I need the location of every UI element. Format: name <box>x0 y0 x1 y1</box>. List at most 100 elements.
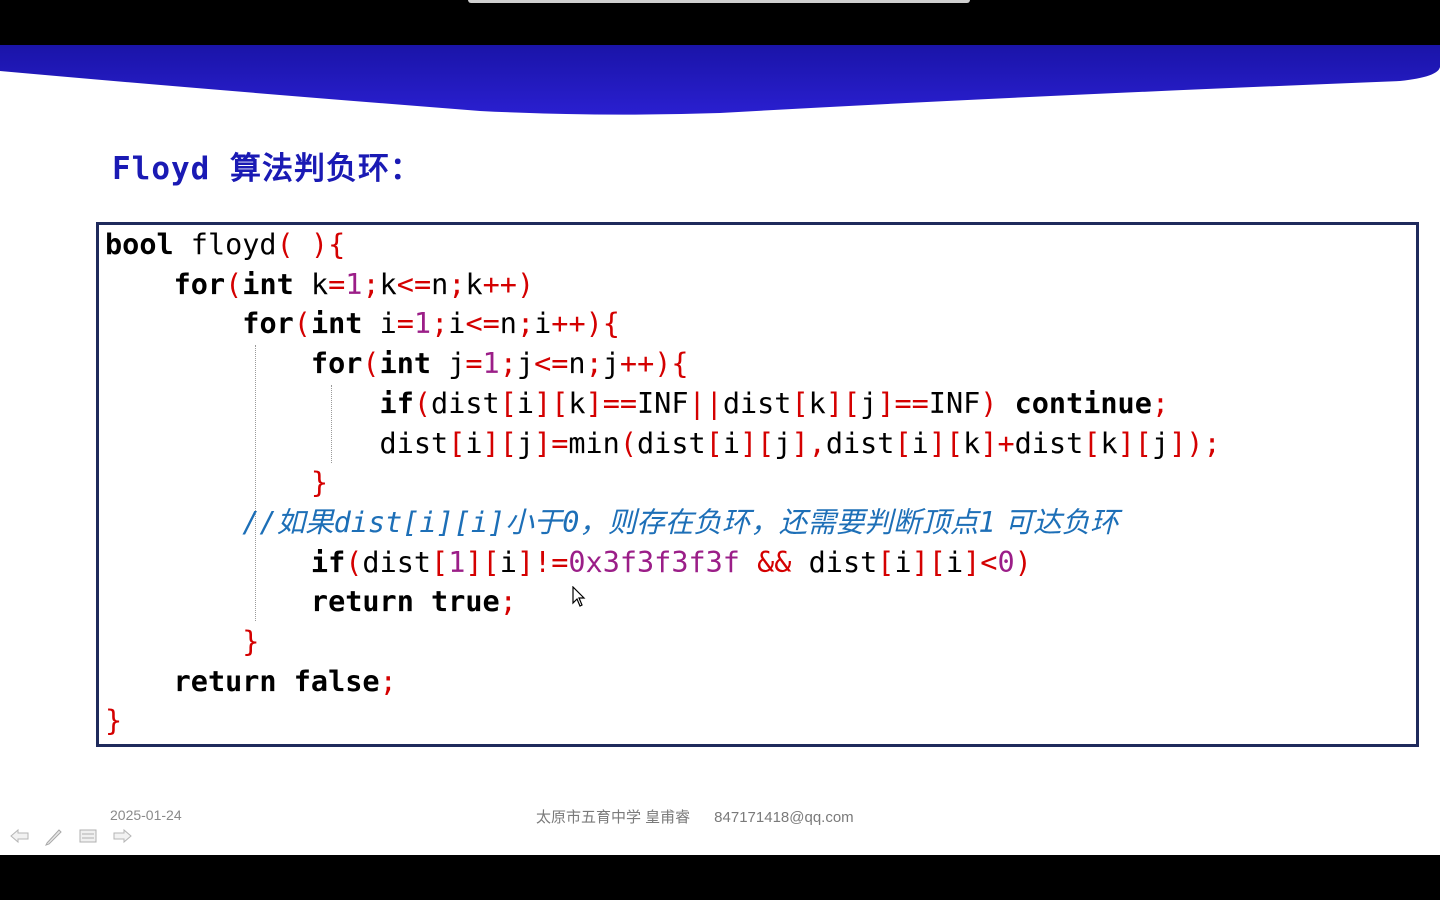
code-line: if(dist[1][i]!=0x3f3f3f3f && dist[i][i]<… <box>105 543 1032 583</box>
slide-show-controls <box>10 825 132 847</box>
code-token: i <box>516 386 535 420</box>
code-token: i <box>362 307 397 341</box>
code-token: ]!= <box>516 545 569 579</box>
code-token: j <box>774 426 792 460</box>
code-token: ]+ <box>980 426 1015 460</box>
code-token: ; <box>585 347 603 381</box>
code-token: ( <box>619 426 638 460</box>
code-token: dist <box>791 545 878 579</box>
code-token: ]); <box>1169 426 1221 460</box>
code-token: for <box>310 347 363 381</box>
slide-menu-button[interactable] <box>78 826 98 846</box>
code-token: [ <box>448 426 466 460</box>
code-line: bool floyd( ){ <box>105 225 345 265</box>
code-token: ]== <box>585 386 638 420</box>
code-line: for(int k=1;k<=n;k++) <box>105 265 534 305</box>
code-token: 1 <box>482 347 500 381</box>
code-token: dist <box>362 545 432 579</box>
window-top-tab[interactable] <box>468 0 970 3</box>
next-slide-button[interactable] <box>112 826 132 846</box>
code-token: k <box>465 267 483 301</box>
code-token: if <box>379 386 414 420</box>
code-token: i <box>465 426 483 460</box>
code-token: ) <box>1014 545 1032 579</box>
code-token: ; <box>362 267 380 301</box>
code-token: i <box>894 545 912 579</box>
code-token: ; <box>448 267 466 301</box>
code-token: ][ <box>825 386 861 420</box>
code-token: ][ <box>534 386 569 420</box>
code-token: ( <box>413 386 432 420</box>
code-token: j <box>1151 426 1170 460</box>
code-line: for(int i=1;i<=n;i++){ <box>105 304 620 344</box>
code-token: ( ){ <box>276 228 346 261</box>
code-token: k <box>808 386 826 420</box>
code-token: ( <box>225 267 243 301</box>
code-token: int <box>242 267 294 301</box>
code-token: n <box>568 347 586 381</box>
code-line: return false; <box>105 662 397 702</box>
code-token: ++) <box>482 267 535 301</box>
code-token: <= <box>465 307 500 341</box>
code-token: && <box>757 545 792 579</box>
code-token: k <box>379 267 397 301</box>
code-token: j <box>516 347 535 381</box>
code-line: dist[i][j]=min(dist[i][j],dist[i][k]+dis… <box>105 424 1221 464</box>
code-token: i <box>534 307 552 341</box>
code-token: 1 <box>978 505 996 539</box>
code-token: k <box>1100 426 1118 460</box>
slide-header-banner <box>0 45 1440 115</box>
code-token: n <box>499 307 517 341</box>
code-token: 如果 <box>276 505 334 539</box>
code-token: 可达负环 <box>995 505 1119 539</box>
code-token: = <box>465 347 483 381</box>
code-token: return <box>173 664 277 698</box>
code-token: [ <box>1083 426 1101 460</box>
code-token: ; <box>431 307 449 341</box>
code-token: if <box>310 545 346 579</box>
code-token: false <box>293 664 380 698</box>
code-token: 1 <box>345 267 363 301</box>
previous-slide-button[interactable] <box>10 826 30 846</box>
slide-title: Floyd 算法判负环： <box>112 151 422 187</box>
footer-date: 2025-01-24 <box>110 807 182 823</box>
code-token: n <box>431 267 449 301</box>
code-token: [ <box>894 426 912 460</box>
code-token: dist <box>825 426 895 460</box>
code-token: i <box>448 307 466 341</box>
code-token: ，则存在负环，还需要判断顶点 <box>579 505 979 539</box>
code-token: for <box>242 307 294 341</box>
code-token: [ <box>877 545 895 579</box>
code-token: j <box>860 386 878 420</box>
code-line: } <box>105 701 122 741</box>
code-token: ]= <box>534 426 569 460</box>
code-token: dist <box>1014 426 1084 460</box>
code-line: } <box>105 463 328 503</box>
code-token: floyd <box>173 228 277 261</box>
pen-tool-button[interactable] <box>44 826 64 846</box>
code-token: <= <box>534 347 569 381</box>
code-token: continue <box>1014 386 1152 420</box>
code-line: for(int j=1;j<=n;j++){ <box>105 344 689 384</box>
code-token: k <box>293 267 329 301</box>
code-token: ][ <box>911 545 946 579</box>
code-line: return true; <box>105 582 517 622</box>
footer-email: 847171418@qq.com <box>714 809 854 826</box>
code-token: ][ <box>928 426 964 460</box>
slide: Floyd 算法判负环： bool floyd( ){ for(int k=1;… <box>0 45 1440 855</box>
code-token: } <box>310 466 329 500</box>
code-token: // <box>242 505 277 539</box>
code-token: [ <box>705 426 723 460</box>
code-token: min <box>568 426 620 460</box>
code-token: k <box>963 426 981 460</box>
code-token: ][ <box>1117 426 1152 460</box>
code-token: int <box>310 307 363 341</box>
